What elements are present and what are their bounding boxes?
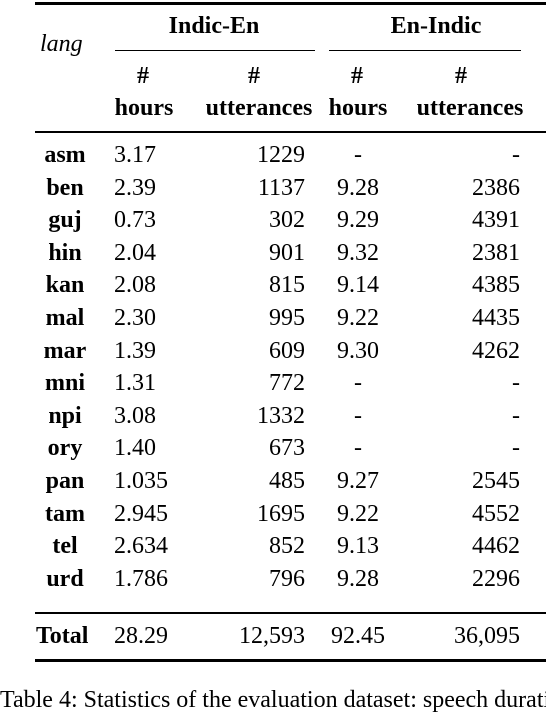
cell-ei-utterances: 2381 <box>472 240 520 266</box>
cell-ei-utterances: 2386 <box>472 175 520 201</box>
cell-ie-hours: 3.08 <box>114 403 156 429</box>
group-header-indic-en: Indic-En <box>168 13 260 39</box>
subheader-hash: # <box>248 63 260 89</box>
cell-ei-utterances: 4385 <box>472 272 520 298</box>
group-underline-indic-en <box>115 50 315 51</box>
cell-ei-utterances: 4262 <box>472 338 520 364</box>
cell-ei-utterances: - <box>512 435 520 461</box>
cell-lang: kan <box>45 272 85 298</box>
header-rule <box>35 131 546 133</box>
total-ei-utterances: 36,095 <box>454 623 520 649</box>
subheader-hash: # <box>455 63 467 89</box>
cell-ei-utterances: 4552 <box>472 501 520 527</box>
cell-ei-hours: 9.28 <box>337 566 379 592</box>
cell-ei-hours: - <box>354 403 362 429</box>
total-rule <box>35 612 546 614</box>
cell-ie-utterances: 1332 <box>257 403 305 429</box>
cell-ei-hours: 9.28 <box>337 175 379 201</box>
cell-ei-utterances: - <box>512 403 520 429</box>
cell-lang: ory <box>47 435 83 461</box>
cell-ei-hours: 9.30 <box>337 338 379 364</box>
subheader-hash: # <box>351 63 363 89</box>
cell-ei-hours: 9.22 <box>337 501 379 527</box>
cell-ie-utterances: 815 <box>269 272 305 298</box>
subheader-ei-utterances: utterances <box>416 95 524 121</box>
cell-ie-hours: 2.08 <box>114 272 156 298</box>
cell-ei-hours: 9.29 <box>337 207 379 233</box>
subheader-ei-hours: hours <box>328 95 388 121</box>
total-ie-hours: 28.29 <box>114 623 168 649</box>
cell-ei-hours: - <box>354 370 362 396</box>
cell-ei-hours: 9.32 <box>337 240 379 266</box>
cell-lang: urd <box>46 566 84 592</box>
cell-ie-hours: 2.634 <box>114 533 168 559</box>
cell-lang: mal <box>45 305 85 331</box>
subheader-ie-hours: hours <box>114 95 174 121</box>
cell-ie-utterances: 796 <box>269 566 305 592</box>
cell-ie-hours: 3.17 <box>114 142 156 168</box>
group-underline-en-indic <box>329 50 521 51</box>
cell-ei-utterances: 4462 <box>472 533 520 559</box>
total-ei-hours: 92.45 <box>331 623 385 649</box>
cell-ie-utterances: 1695 <box>257 501 305 527</box>
bottom-rule <box>35 659 546 662</box>
cell-ie-hours: 1.40 <box>114 435 156 461</box>
cell-lang: ben <box>46 175 84 201</box>
cell-lang: tel <box>52 533 78 559</box>
cell-ie-hours: 1.39 <box>114 338 156 364</box>
cell-ie-utterances: 1137 <box>257 175 305 201</box>
cell-ie-utterances: 901 <box>269 240 305 266</box>
table-caption: Table 4: Statistics of the evaluation da… <box>0 687 546 713</box>
cell-ie-utterances: 673 <box>269 435 305 461</box>
cell-ie-hours: 0.73 <box>114 207 156 233</box>
cell-lang: asm <box>44 142 86 168</box>
cell-ie-hours: 2.39 <box>114 175 156 201</box>
cell-lang: guj <box>48 207 82 233</box>
cell-ei-hours: 9.27 <box>337 468 379 494</box>
cell-ei-hours: 9.22 <box>337 305 379 331</box>
cell-ei-hours: - <box>354 435 362 461</box>
cell-ei-utterances: - <box>512 370 520 396</box>
cell-ei-utterances: 4435 <box>472 305 520 331</box>
cell-ei-hours: - <box>354 142 362 168</box>
cell-ie-utterances: 995 <box>269 305 305 331</box>
cell-lang: hin <box>48 240 82 266</box>
cell-lang: tam <box>45 501 85 527</box>
subheader-ie-utterances: utterances <box>205 95 313 121</box>
cell-lang: mar <box>43 338 87 364</box>
cell-ie-utterances: 1229 <box>257 142 305 168</box>
total-ie-utterances: 12,593 <box>239 623 305 649</box>
cell-ei-utterances: 4391 <box>472 207 520 233</box>
cell-lang: npi <box>48 403 82 429</box>
cell-ie-hours: 1.035 <box>114 468 168 494</box>
cell-ie-hours: 1.786 <box>114 566 168 592</box>
cell-ie-utterances: 302 <box>269 207 305 233</box>
cell-ie-hours: 2.30 <box>114 305 156 331</box>
cell-ie-utterances: 485 <box>269 468 305 494</box>
cell-ie-hours: 2.04 <box>114 240 156 266</box>
group-header-en-indic: En-Indic <box>390 13 482 39</box>
cell-ie-utterances: 609 <box>269 338 305 364</box>
cell-lang: mni <box>44 370 86 396</box>
subheader-hash: # <box>137 63 149 89</box>
cell-lang: pan <box>45 468 85 494</box>
cell-ei-utterances: - <box>512 142 520 168</box>
total-label: Total <box>36 623 89 649</box>
cell-ie-utterances: 772 <box>269 370 305 396</box>
cell-ei-utterances: 2545 <box>472 468 520 494</box>
lang-header: lang <box>40 31 83 57</box>
cell-ie-hours: 1.31 <box>114 370 156 396</box>
cell-ei-hours: 9.14 <box>337 272 379 298</box>
cell-ei-utterances: 2296 <box>472 566 520 592</box>
cell-ie-hours: 2.945 <box>114 501 168 527</box>
top-rule <box>35 2 546 5</box>
cell-ie-utterances: 852 <box>269 533 305 559</box>
cell-ei-hours: 9.13 <box>337 533 379 559</box>
